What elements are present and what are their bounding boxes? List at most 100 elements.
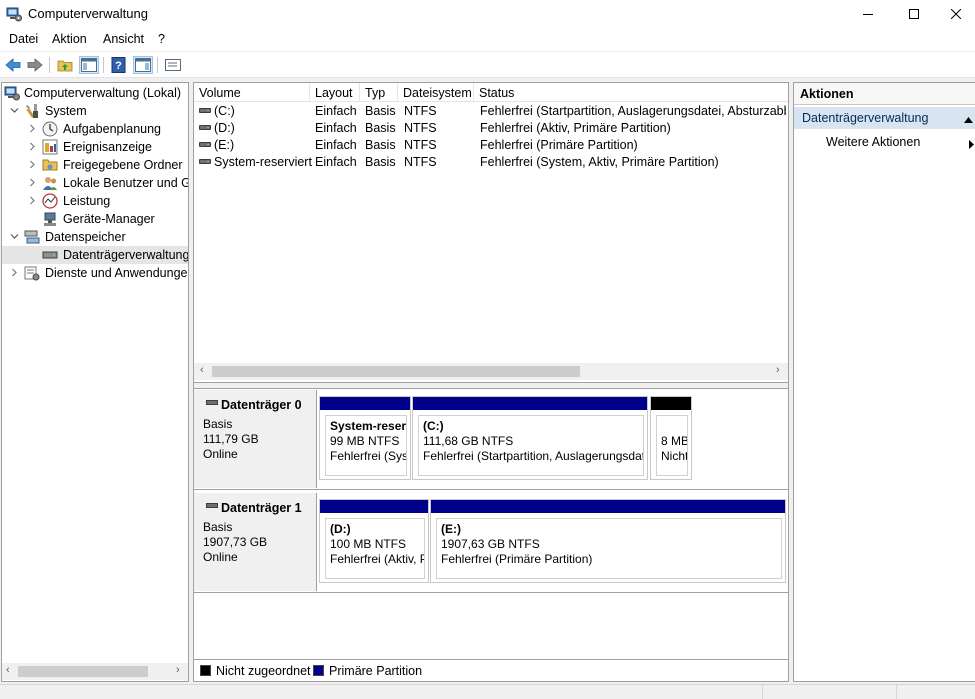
partition-details: (E:) 1907,63 GB NTFS Fehlerfrei (Primäre P… bbox=[436, 518, 782, 579]
actions-pane: Aktionen Datenträgerverwaltung Weitere A… bbox=[793, 82, 975, 682]
partition-name: (C:) bbox=[423, 419, 444, 433]
tree-expanded-chevron-icon[interactable] bbox=[10, 232, 19, 241]
menu-datei[interactable]: Datei bbox=[9, 32, 38, 46]
tree-collapsed-chevron-icon[interactable] bbox=[28, 160, 37, 169]
close-icon bbox=[951, 9, 961, 19]
toolbar-separator bbox=[49, 57, 50, 73]
menu-aktion[interactable]: Aktion bbox=[52, 32, 87, 46]
view-splitter[interactable] bbox=[194, 382, 788, 389]
primary-partition-color-bar bbox=[431, 500, 785, 513]
tree-item[interactable]: System bbox=[2, 102, 188, 120]
volume-row[interactable]: (D:) Einfach Basis NTFS Fehlerfrei (Aktiv, P… bbox=[194, 120, 788, 137]
disk-state: Online bbox=[203, 550, 238, 564]
status-cell bbox=[896, 685, 975, 699]
close-button[interactable] bbox=[937, 0, 975, 28]
partition-block[interactable]: System-reser 99 MB NTFS Fehlerfrei (Syst bbox=[319, 396, 411, 480]
tree-item[interactable]: Ereignisanzeige bbox=[2, 138, 188, 156]
menu-bar: Datei Aktion Ansicht ? bbox=[0, 30, 975, 50]
disk-management-view: Volume Layout Typ Dateisystem Status (C:… bbox=[193, 82, 789, 682]
tree-collapsed-chevron-icon[interactable] bbox=[10, 268, 19, 277]
partition-details: System-reser 99 MB NTFS Fehlerfrei (Syst bbox=[325, 415, 407, 476]
help-icon: ? bbox=[111, 57, 126, 73]
tree-item[interactable]: Dienste und Anwendungen bbox=[2, 264, 188, 282]
volume-cell-layout: Einfach bbox=[315, 155, 357, 169]
scroll-left-icon[interactable]: ‹ bbox=[6, 664, 10, 676]
partition-block[interactable]: (D:) 100 MB NTFS Fehlerfrei (Aktiv, P bbox=[319, 499, 429, 583]
volume-list-horizontal-scrollbar[interactable]: ‹ › bbox=[194, 363, 788, 380]
partition-unallocated[interactable]: 8 MB Nicht bbox=[650, 396, 692, 480]
scroll-right-icon[interactable]: › bbox=[176, 664, 180, 676]
tree-item[interactable]: Datenträgerverwaltung bbox=[2, 246, 188, 264]
partition-block[interactable]: (C:) 111,68 GB NTFS Fehlerfrei (Startparti… bbox=[412, 396, 648, 480]
tree-item[interactable]: Geräte-Manager bbox=[2, 210, 188, 228]
volume-cell-type: Basis bbox=[365, 121, 396, 135]
tree-item-label: Lokale Benutzer und Gruppen bbox=[63, 176, 188, 190]
disk-type: Basis bbox=[203, 417, 233, 431]
properties-button[interactable] bbox=[163, 56, 183, 74]
disk-name: Datenträger 0 bbox=[221, 398, 302, 412]
disk-info-panel[interactable]: Datenträger 0 Basis 111,79 GB Online bbox=[194, 390, 317, 488]
forward-button[interactable] bbox=[25, 56, 45, 74]
toolbar: ? bbox=[0, 51, 975, 78]
tree-item[interactable]: Computerverwaltung (Lokal) bbox=[2, 84, 188, 102]
volume-row[interactable]: (E:) Einfach Basis NTFS Fehlerfrei (Primäre … bbox=[194, 137, 788, 154]
tree-collapsed-chevron-icon[interactable] bbox=[28, 196, 37, 205]
maximize-button[interactable] bbox=[891, 0, 937, 28]
unallocated-color-bar bbox=[651, 397, 691, 410]
show-hide-action-pane-button[interactable] bbox=[133, 56, 153, 74]
disk-type: Basis bbox=[203, 520, 233, 534]
tree-expanded-chevron-icon[interactable] bbox=[10, 106, 19, 115]
disk-state: Online bbox=[203, 447, 238, 461]
volume-cell-type: Basis bbox=[365, 155, 396, 169]
menu-help[interactable]: ? bbox=[158, 32, 165, 46]
menu-ansicht[interactable]: Ansicht bbox=[103, 32, 144, 46]
volume-row[interactable]: System-reserviert Einfach Basis NTFS Fehlerf… bbox=[194, 154, 788, 171]
volume-row[interactable]: (C:) Einfach Basis NTFS Fehlerfrei (Startpar… bbox=[194, 103, 788, 120]
services-icon bbox=[24, 265, 40, 281]
task-scheduler-icon bbox=[42, 121, 58, 137]
submenu-arrow-icon[interactable] bbox=[969, 138, 974, 152]
partition-status: Nicht bbox=[661, 449, 688, 463]
minimize-button[interactable] bbox=[845, 0, 891, 28]
partition-status: Fehlerfrei (Syst bbox=[330, 449, 407, 463]
tree-item[interactable]: Aufgabenplanung bbox=[2, 120, 188, 138]
tree-collapsed-chevron-icon[interactable] bbox=[28, 124, 37, 133]
disk-management-icon bbox=[42, 247, 58, 263]
tree-item[interactable]: Freigegebene Ordner bbox=[2, 156, 188, 174]
actions-header: Aktionen bbox=[794, 83, 975, 105]
tree-item[interactable]: Leistung bbox=[2, 192, 188, 210]
console-tree-icon bbox=[81, 58, 97, 72]
primary-partition-color-bar bbox=[413, 397, 647, 410]
volume-list-scroll-thumb[interactable] bbox=[212, 366, 580, 377]
column-header-volume[interactable]: Volume bbox=[194, 83, 310, 102]
column-header-type[interactable]: Typ bbox=[360, 83, 398, 102]
tree-collapsed-chevron-icon[interactable] bbox=[28, 142, 37, 151]
help-button[interactable]: ? bbox=[109, 56, 129, 74]
partition-status: Fehlerfrei (Startpartition, Auslagerungs… bbox=[423, 449, 644, 463]
up-folder-button[interactable] bbox=[55, 56, 75, 74]
disk-size: 111,79 GB bbox=[203, 432, 259, 446]
toolbar-separator bbox=[103, 57, 104, 73]
actions-section-disk-management[interactable]: Datenträgerverwaltung bbox=[794, 107, 975, 129]
more-actions-item[interactable]: Weitere Aktionen bbox=[826, 135, 920, 149]
column-header-filesystem[interactable]: Dateisystem bbox=[398, 83, 474, 102]
tree-collapsed-chevron-icon[interactable] bbox=[28, 178, 37, 187]
column-header-status[interactable]: Status bbox=[474, 83, 788, 102]
tree-scroll-thumb[interactable] bbox=[18, 666, 148, 677]
back-button[interactable] bbox=[3, 56, 23, 74]
column-header-layout[interactable]: Layout bbox=[310, 83, 360, 102]
tree-item[interactable]: Datenspeicher bbox=[2, 228, 188, 246]
scroll-left-icon[interactable]: ‹ bbox=[200, 364, 204, 376]
tree-item[interactable]: Lokale Benutzer und Gruppen bbox=[2, 174, 188, 192]
partition-block[interactable]: (E:) 1907,63 GB NTFS Fehlerfrei (Primäre P… bbox=[430, 499, 786, 583]
collapse-up-icon[interactable] bbox=[964, 112, 973, 126]
disk-info-panel[interactable]: Datenträger 1 Basis 1907,73 GB Online bbox=[194, 493, 317, 591]
show-hide-tree-button[interactable] bbox=[79, 56, 99, 74]
performance-icon bbox=[42, 193, 58, 209]
scroll-right-icon[interactable]: › bbox=[776, 364, 780, 376]
action-pane-icon bbox=[135, 58, 151, 72]
partition-size: 99 MB NTFS bbox=[330, 434, 400, 448]
volume-cell-filesystem: NTFS bbox=[404, 138, 437, 152]
tree-horizontal-scrollbar[interactable]: ‹ › bbox=[2, 663, 188, 680]
shared-folders-icon bbox=[42, 157, 58, 173]
